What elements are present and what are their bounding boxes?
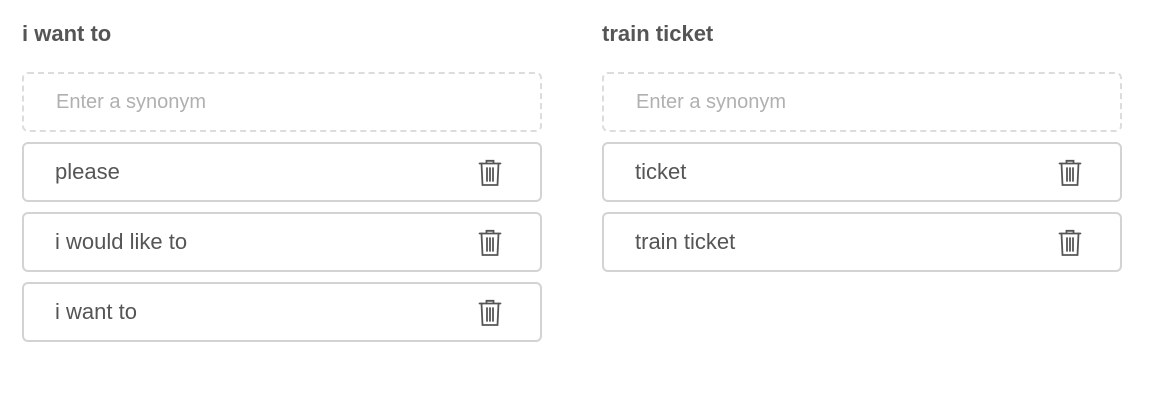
synonym-row: please xyxy=(22,142,542,202)
synonym-row: ticket xyxy=(602,142,1122,202)
synonym-text: i want to xyxy=(55,299,137,324)
trash-icon xyxy=(1058,229,1082,256)
synonym-input[interactable] xyxy=(22,72,542,132)
synonym-text: i would like to xyxy=(55,229,188,254)
delete-synonym-button[interactable] xyxy=(1058,229,1082,257)
synonym-row: train ticket xyxy=(602,212,1122,272)
synonym-row: i want to xyxy=(22,282,542,342)
synonym-row: i would like to xyxy=(22,212,542,272)
synonym-list: please i would like to i want to xyxy=(22,142,542,352)
delete-synonym-button[interactable] xyxy=(478,229,502,257)
trash-icon xyxy=(478,229,502,256)
trash-icon xyxy=(1058,159,1082,186)
delete-synonym-button[interactable] xyxy=(478,159,502,187)
synonym-input[interactable] xyxy=(602,72,1122,132)
group-title: i want to xyxy=(22,21,112,46)
synonym-list: ticket train ticket xyxy=(602,142,1122,282)
trash-icon xyxy=(478,159,502,186)
synonym-text: train ticket xyxy=(635,229,736,254)
synonym-text: please xyxy=(55,159,120,184)
delete-synonym-button[interactable] xyxy=(1058,159,1082,187)
trash-icon xyxy=(478,299,502,326)
synonym-editor: i want to please i would like to xyxy=(0,0,1158,412)
delete-synonym-button[interactable] xyxy=(478,299,502,327)
group-title: train ticket xyxy=(602,21,714,46)
synonym-text: ticket xyxy=(635,159,687,184)
